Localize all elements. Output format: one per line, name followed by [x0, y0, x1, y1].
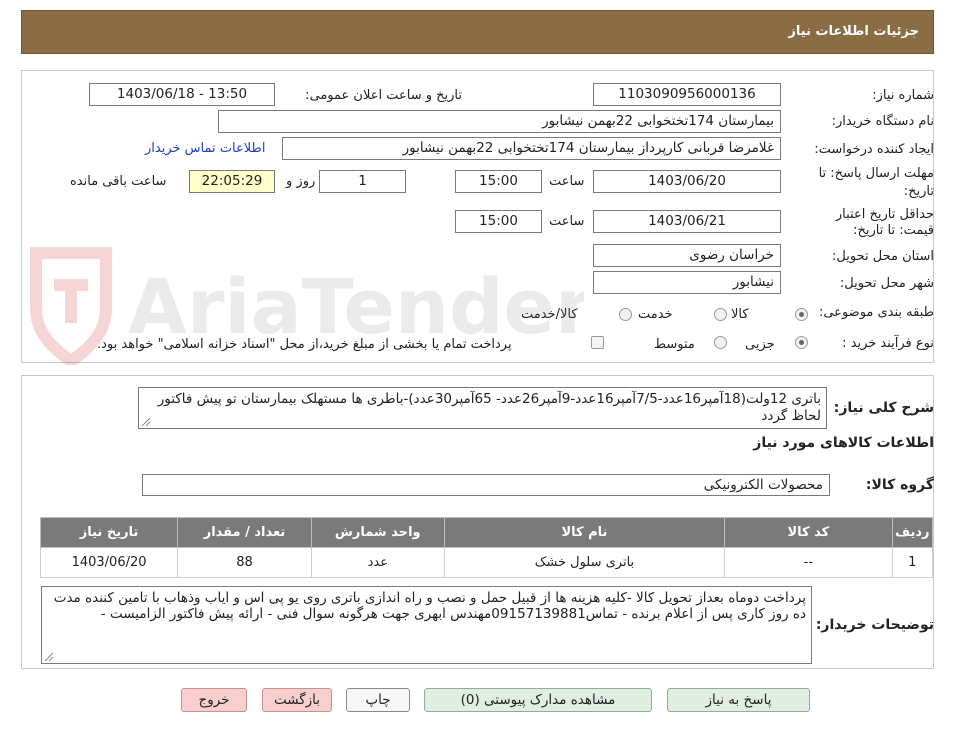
category-radio-goods[interactable] [795, 308, 808, 321]
exit-button[interactable]: خروج [181, 688, 247, 712]
back-button[interactable]: بازگشت [262, 688, 332, 712]
cell-code: -- [724, 547, 893, 578]
col-code: کد کالا [724, 517, 893, 548]
reply-button[interactable]: پاسخ به نیاز [667, 688, 810, 712]
delivery-city-field: نیشابور [593, 271, 781, 294]
page-header: جزئیات اطلاعات نیاز [21, 10, 934, 54]
remaining-time-label: ساعت باقی مانده [70, 174, 167, 189]
subject-category-label: طبقه بندی موضوعی: [818, 305, 934, 320]
reply-deadline-time: 15:00 [455, 170, 542, 193]
reply-deadline-label: مهلت ارسال پاسخ: تا تاریخ: [818, 166, 934, 199]
process-option-medium: متوسط [654, 337, 695, 352]
print-button[interactable]: چاپ [346, 688, 410, 712]
category-option-goods-service: کالا/خدمت [521, 307, 578, 322]
reply-deadline-date: 1403/06/20 [593, 170, 781, 193]
cell-need-date: 1403/06/20 [39, 547, 179, 578]
goods-table: ردیف کد کالا نام کالا واحد شمارش تعداد /… [39, 517, 933, 578]
col-name: نام کالا [443, 517, 726, 548]
need-number-field: 1103090956000136 [593, 83, 781, 106]
resize-grip-icon[interactable] [141, 417, 151, 427]
goods-group-field: محصولات الکترونیکی [142, 474, 830, 496]
buyer-contact-link[interactable]: اطلاعات تماس خریدار [145, 141, 265, 156]
category-option-service: خدمت [638, 307, 673, 322]
col-quantity: تعداد / مقدار [177, 517, 312, 548]
table-row: 1 -- باتری سلول خشک عدد 88 1403/06/20 [39, 547, 933, 578]
resize-grip-icon[interactable] [44, 652, 54, 662]
price-validity-date: 1403/06/21 [593, 210, 781, 233]
buyer-notes-text: پرداخت دوماه بعداز تحویل کالا -کلیه هزین… [53, 590, 806, 622]
category-option-goods: کالا [731, 307, 749, 322]
goods-table-header: ردیف کد کالا نام کالا واحد شمارش تعداد /… [39, 517, 933, 548]
col-unit: واحد شمارش [310, 517, 445, 548]
summary-textarea[interactable]: باتری 12ولت(18آمپر16عدد-7/5آمپر16عدد-9آم… [138, 387, 827, 429]
delivery-province-label: استان محل تحویل: [832, 249, 934, 264]
delivery-city-label: شهر محل تحویل: [839, 276, 934, 291]
announce-datetime-field: 1403/06/18 - 13:50 [89, 83, 275, 106]
col-need-date: تاریخ نیاز [39, 517, 179, 548]
announce-datetime-label: تاریخ و ساعت اعلان عمومی: [305, 88, 462, 103]
buyer-org-label: نام دستگاه خریدار: [831, 114, 934, 129]
process-option-minor: جزیی [745, 337, 775, 352]
buyer-notes-label: توضیحات خریدار: [815, 617, 934, 633]
col-row: ردیف [891, 517, 933, 548]
cell-quantity: 88 [177, 547, 312, 578]
buyer-notes-textarea[interactable]: پرداخت دوماه بعداز تحویل کالا -کلیه هزین… [41, 586, 812, 664]
treasury-bond-checkbox[interactable] [591, 336, 604, 349]
purchase-process-label: نوع فرآیند خرید : [842, 336, 934, 351]
process-radio-medium[interactable] [714, 336, 727, 349]
category-radio-goods-service[interactable] [619, 308, 632, 321]
request-creator-field: غلامرضا قربانی کارپرداز بیمارستان 174تخت… [282, 137, 781, 160]
summary-text: باتری 12ولت(18آمپر16عدد-7/5آمپر16عدد-9آم… [157, 391, 821, 424]
process-radio-minor[interactable] [795, 336, 808, 349]
page-title: جزئیات اطلاعات نیاز [788, 24, 919, 39]
cell-name: باتری سلول خشک [443, 547, 726, 578]
goods-group-label: گروه کالا: [865, 477, 934, 493]
summary-label: شرح کلی نیاز: [833, 400, 934, 416]
price-validity-time-label: ساعت [549, 214, 585, 229]
delivery-province-field: خراسان رضوی [593, 244, 781, 267]
goods-info-title: اطلاعات کالاهای مورد نیاز [753, 435, 934, 451]
buyer-org-field: بیمارستان 174تختخوابی 22بهمن نیشابور [218, 110, 781, 133]
days-label: روز و [286, 174, 316, 189]
view-attachments-button[interactable]: مشاهده مدارک پیوستی (0) [424, 688, 652, 712]
remaining-time-field: 22:05:29 [189, 170, 275, 193]
remaining-days-field: 1 [319, 170, 406, 193]
treasury-bond-note: پرداخت تمام یا بخشی از مبلغ خرید،از محل … [97, 337, 512, 352]
category-radio-service[interactable] [714, 308, 727, 321]
price-validity-time: 15:00 [455, 210, 542, 233]
cell-row: 1 [891, 547, 933, 578]
need-number-label: شماره نیاز: [872, 88, 934, 103]
price-validity-label: حداقل تاریخ اعتبار قیمت: تا تاریخ: [835, 207, 934, 238]
cell-unit: عدد [310, 547, 445, 578]
request-creator-label: ایجاد کننده درخواست: [814, 142, 934, 157]
reply-deadline-time-label: ساعت [549, 174, 585, 189]
